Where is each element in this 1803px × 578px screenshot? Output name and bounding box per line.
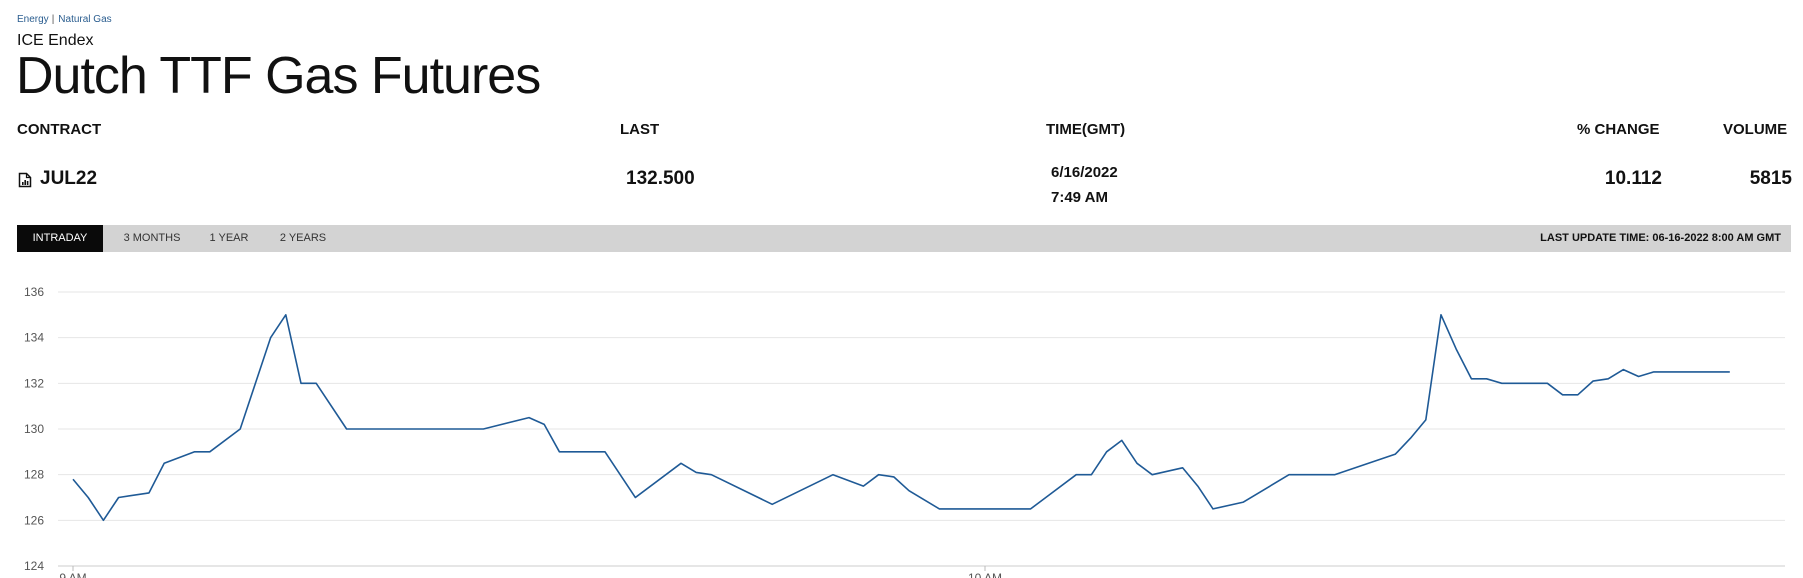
volume-value: 5815: [1749, 168, 1792, 189]
percent-change: 10.112: [1604, 168, 1662, 189]
header-last: LAST: [620, 121, 660, 138]
header-volume: VOLUME: [1723, 121, 1788, 138]
contract-name-link[interactable]: JUL22: [40, 168, 97, 190]
last-price: 132.500: [626, 168, 695, 189]
x-tick-label: 9 AM: [59, 571, 86, 578]
tab-1-year[interactable]: 1 YEAR: [207, 225, 251, 252]
trade-date: 6/16/2022: [1051, 164, 1118, 181]
page-title: Dutch TTF Gas Futures: [16, 47, 541, 105]
header-change: % CHANGE: [1577, 121, 1660, 138]
y-tick-label: 134: [24, 331, 44, 345]
intraday-price-chart: 124 126 128 130 132 134 136 9 AM 10 AM: [24, 285, 1785, 578]
x-tick-label: 10 AM: [968, 571, 1002, 578]
tab-intraday[interactable]: INTRADAY: [17, 225, 103, 252]
y-tick-label: 136: [24, 285, 44, 299]
breadcrumb: Energy | Natural Gas: [17, 14, 112, 25]
breadcrumb-energy-link[interactable]: Energy: [17, 14, 49, 25]
breadcrumb-separator: |: [51, 14, 55, 25]
last-update-time: LAST UPDATE TIME: 06-16-2022 8:00 AM GMT: [1540, 232, 1781, 244]
document-chart-icon[interactable]: [18, 172, 32, 188]
y-tick-label: 130: [24, 422, 44, 436]
y-tick-label: 132: [24, 376, 44, 390]
header-contract: CONTRACT: [17, 121, 102, 138]
tab-2-years[interactable]: 2 YEARS: [275, 225, 331, 252]
y-tick-label: 124: [24, 559, 44, 573]
chart-range-tabbar: INTRADAY 3 MONTHS 1 YEAR 2 YEARS LAST UP…: [17, 225, 1791, 252]
tab-3-months[interactable]: 3 MONTHS: [117, 225, 187, 252]
price-series-line: [72, 313, 1730, 522]
header-time: TIME(GMT): [1046, 121, 1126, 138]
trade-time: 7:49 AM: [1051, 189, 1108, 206]
y-tick-label: 126: [24, 513, 44, 527]
breadcrumb-natural-gas-link[interactable]: Natural Gas: [58, 14, 111, 25]
y-tick-label: 128: [24, 468, 44, 482]
